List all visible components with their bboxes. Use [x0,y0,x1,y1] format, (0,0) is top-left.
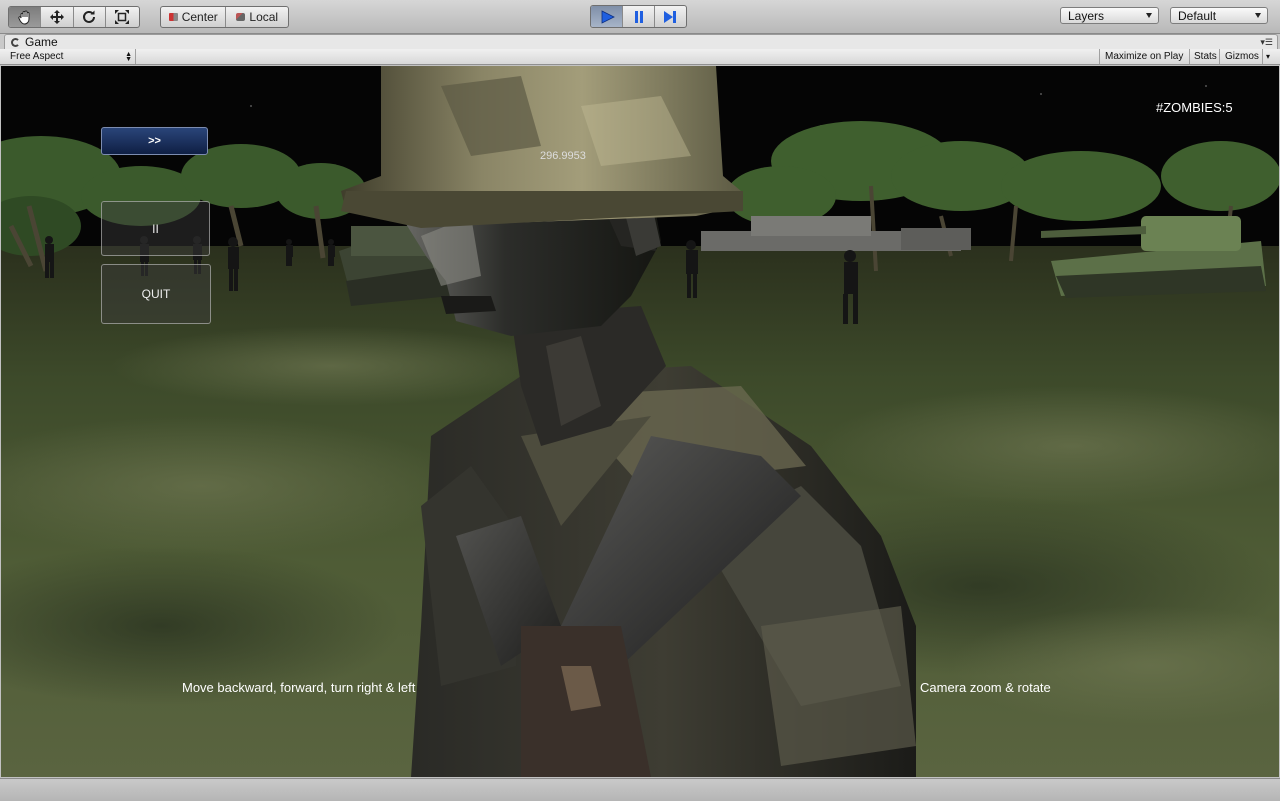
game-viewport[interactable]: >> II QUIT #ZOMBIES:5 296.9953 Move back… [1,66,1279,777]
gizmos-label: Gizmos [1225,51,1259,62]
play-icon [601,9,615,24]
play-button[interactable] [591,6,624,27]
zombie-counter: #ZOMBIES:5 [1156,100,1233,115]
layers-dropdown[interactable]: Layers [1060,7,1159,24]
rotate-tool-icon[interactable] [74,7,106,27]
step-icon [664,10,677,23]
next-button[interactable]: >> [101,127,208,155]
step-button[interactable] [655,6,686,27]
game-view-icon [11,37,20,47]
maximize-on-play-toggle[interactable]: Maximize on Play [1099,49,1183,64]
gizmos-toggle[interactable]: Gizmos [1219,49,1259,64]
game-scene [1,66,1279,777]
layout-dropdown[interactable]: Default [1170,7,1268,24]
gizmos-dropdown-icon[interactable]: ▾ [1262,49,1270,64]
pivot-local-button[interactable]: Local [226,7,288,27]
game-control-bar: Free Aspect ▲ ▼ Maximize on Play Stats Gi… [0,49,1280,65]
layers-label: Layers [1068,8,1105,23]
space-label: Local [249,10,279,24]
layout-label: Default [1178,8,1217,23]
quit-button[interactable]: QUIT [101,264,211,324]
maximize-label: Maximize on Play [1105,51,1184,62]
move-tool-icon[interactable] [41,7,74,27]
tab-title: Game [25,35,58,49]
stats-toggle[interactable]: Stats [1189,49,1217,64]
tab-menu-icon[interactable]: ▾☰ [1260,37,1273,48]
pivot-center-button[interactable]: Center [161,7,227,27]
status-bar [0,778,1280,801]
pivot-toggles: Center Local [160,6,289,28]
chevron-down-icon [1255,13,1261,18]
pause-game-button[interactable]: II [101,201,210,256]
pivot-label: Center [181,10,218,24]
aspect-dropdown[interactable]: Free Aspect ▲ ▼ [10,49,134,64]
stats-label: Stats [1194,51,1217,62]
play-controls [590,5,687,28]
local-cube-icon [236,13,246,21]
editor-toolbar: Center Local Layers Default [0,0,1280,34]
game-tab[interactable]: Game ▾☰ [4,34,1278,49]
divider [135,49,137,64]
pause-icon [634,10,643,23]
hand-tool-icon[interactable] [9,7,42,27]
scale-tool-icon[interactable] [106,7,139,27]
aspect-label: Free Aspect [10,51,64,62]
chevron-down-icon [1146,13,1152,18]
pivot-icon [168,13,178,21]
window-tab-bar: Game ▾☰ [0,34,1280,49]
pause-button[interactable] [623,6,655,27]
coordinate-readout: 296.9953 [540,150,586,162]
camera-hint: Camera zoom & rotate [920,680,1051,695]
transform-tools [8,6,140,28]
updown-icon: ▲ ▼ [125,51,132,63]
movement-hint: Move backward, forward, turn right & lef… [182,680,416,695]
